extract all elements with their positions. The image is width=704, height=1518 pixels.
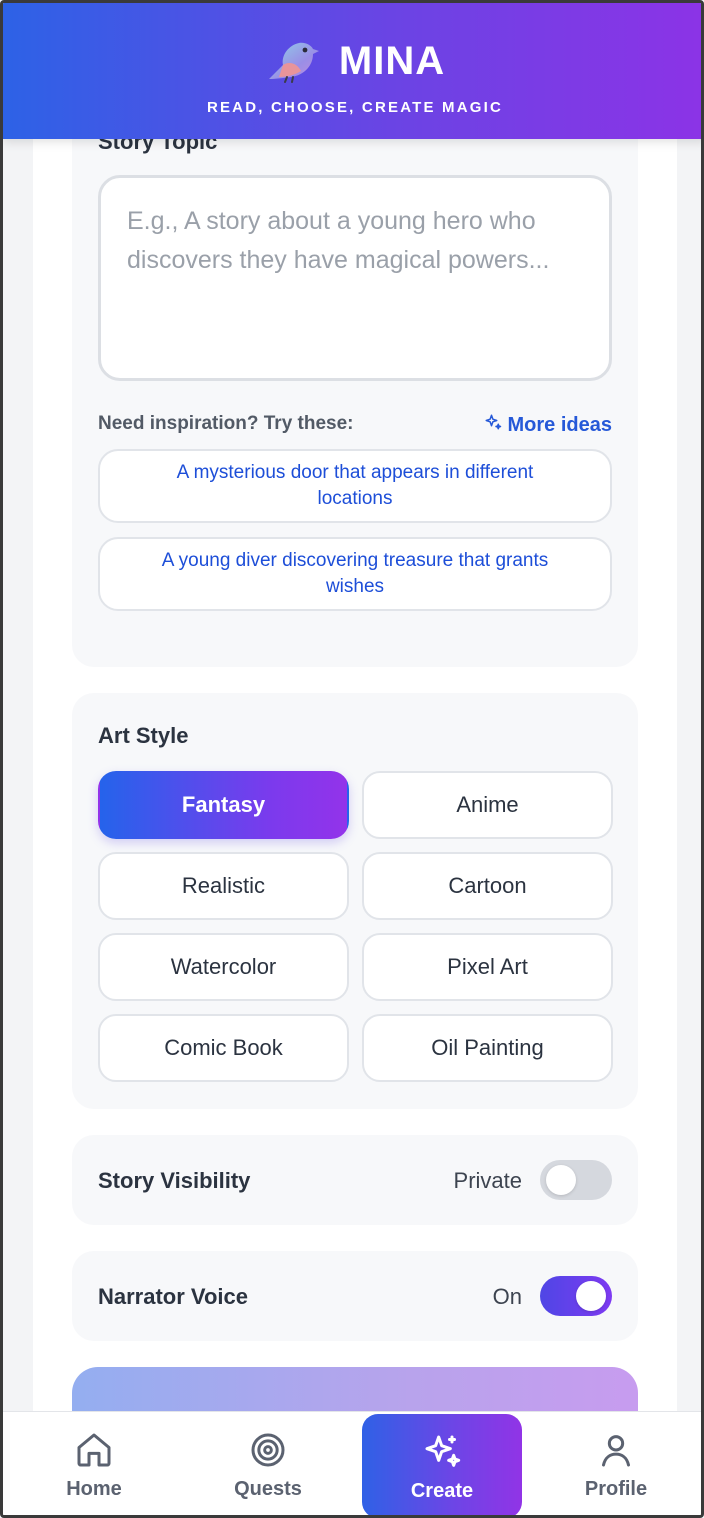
more-ideas-button[interactable]: More ideas: [484, 413, 612, 437]
visibility-label: Story Visibility: [98, 1168, 251, 1193]
create-form: Story Topic E.g., A story about a young …: [33, 73, 677, 1457]
nav-home-label: Home: [66, 1478, 122, 1500]
visibility-value: Private: [453, 1168, 522, 1193]
story-topic-card: Story Topic E.g., A story about a young …: [72, 73, 638, 667]
story-topic-input[interactable]: E.g., A story about a young hero who dis…: [98, 175, 612, 381]
style-option-fantasy[interactable]: Fantasy: [98, 771, 349, 839]
inspiration-label: Need inspiration? Try these:: [98, 413, 354, 434]
style-option-realistic[interactable]: Realistic: [98, 852, 349, 920]
bottom-nav: Home Quests Create Profile: [3, 1411, 701, 1515]
user-icon: [596, 1430, 636, 1470]
nav-profile[interactable]: Profile: [536, 1412, 696, 1515]
style-option-oil-painting[interactable]: Oil Painting: [362, 1014, 613, 1082]
app-frame: MINA READ, CHOOSE, CREATE MAGIC Story To…: [0, 0, 704, 1518]
suggestion-chip[interactable]: A mysterious door that appears in differ…: [98, 449, 612, 523]
nav-profile-label: Profile: [584, 1478, 648, 1500]
suggestion-chip[interactable]: A young diver discovering treasure that …: [98, 537, 612, 611]
style-option-comic-book[interactable]: Comic Book: [98, 1014, 349, 1082]
nav-quests-label: Quests: [234, 1478, 302, 1500]
visibility-toggle[interactable]: [540, 1160, 612, 1200]
visibility-card: Story Visibility Private: [72, 1135, 638, 1225]
toggle-knob: [576, 1281, 606, 1311]
toggle-knob: [546, 1165, 576, 1195]
narrator-value: On: [492, 1284, 522, 1309]
app-header: MINA READ, CHOOSE, CREATE MAGIC: [3, 3, 701, 139]
style-option-pixel-art[interactable]: Pixel Art: [362, 933, 613, 1001]
narrator-label: Narrator Voice: [98, 1284, 248, 1309]
style-option-watercolor[interactable]: Watercolor: [98, 933, 349, 1001]
app-title: MINA: [338, 38, 446, 83]
target-icon: [248, 1430, 288, 1470]
app-tagline: READ, CHOOSE, CREATE MAGIC: [206, 99, 504, 116]
style-option-cartoon[interactable]: Cartoon: [362, 852, 613, 920]
brand: MINA: [3, 33, 701, 89]
more-ideas-label: More ideas: [507, 413, 612, 436]
sparkles-icon: [422, 1432, 462, 1472]
art-style-title: Art Style: [98, 723, 189, 748]
nav-quests[interactable]: Quests: [188, 1412, 348, 1515]
narrator-card: Narrator Voice On: [72, 1251, 638, 1341]
nav-create[interactable]: Create: [362, 1414, 522, 1515]
sparkle-icon: [484, 413, 502, 437]
art-style-card: Art Style Fantasy Anime Realistic Cartoo…: [72, 693, 638, 1109]
nav-home[interactable]: Home: [14, 1412, 174, 1515]
home-icon: [74, 1430, 114, 1470]
nav-create-label: Create: [410, 1480, 474, 1502]
narrator-toggle[interactable]: [540, 1276, 612, 1316]
bird-logo-icon: [265, 35, 321, 88]
style-option-anime[interactable]: Anime: [362, 771, 613, 839]
